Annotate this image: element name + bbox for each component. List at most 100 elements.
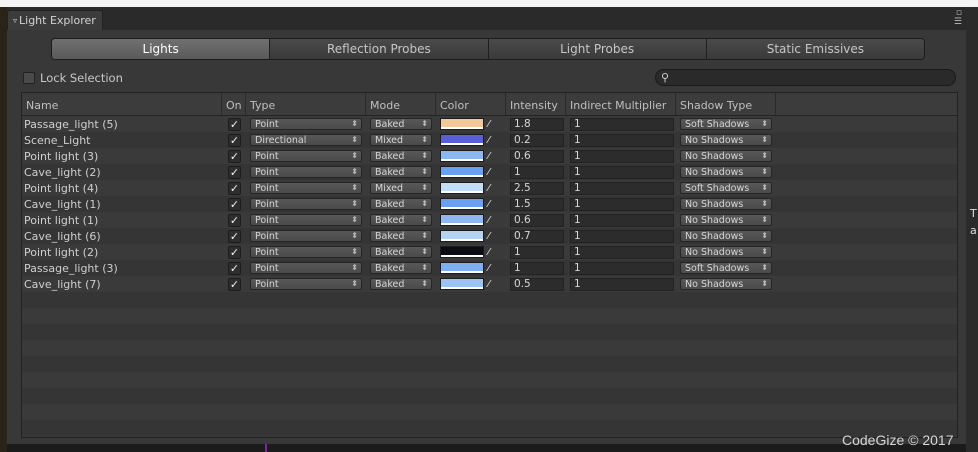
table-row[interactable]: Cave_light (7) ✓ Point ⬍ Baked ⬍ ⁄ 0.5 1 No Shado… — [22, 276, 957, 292]
color-swatch[interactable] — [440, 198, 484, 210]
enabled-checkbox[interactable]: ✓ — [228, 197, 241, 211]
column-header-shadow-type[interactable]: Shadow Type — [676, 93, 776, 115]
eyedropper-icon[interactable]: ⁄ — [488, 119, 490, 130]
table-row[interactable]: Passage_light (3) ✓ Point ⬍ Baked ⬍ ⁄ 1 1 Soft Sh… — [22, 260, 957, 276]
eyedropper-icon[interactable]: ⁄ — [488, 151, 490, 162]
eyedropper-icon[interactable]: ⁄ — [488, 215, 490, 226]
enabled-checkbox[interactable]: ✓ — [228, 181, 241, 195]
shadow-type-dropdown[interactable]: No Shadows ⬍ — [680, 246, 772, 258]
table-row[interactable]: Cave_light (6) ✓ Point ⬍ Baked ⬍ ⁄ 0.7 1 No Shado… — [22, 228, 957, 244]
intensity-field[interactable]: 0.5 — [510, 277, 564, 291]
indirect-multiplier-field[interactable]: 1 — [570, 197, 674, 211]
intensity-field[interactable]: 0.2 — [510, 133, 564, 147]
shadow-type-dropdown[interactable]: No Shadows ⬍ — [680, 214, 772, 226]
enabled-checkbox[interactable]: ✓ — [228, 229, 241, 243]
enabled-checkbox[interactable]: ✓ — [228, 277, 241, 291]
table-row[interactable]: Point light (2) ✓ Point ⬍ Baked ⬍ ⁄ 1 1 No Shadow… — [22, 244, 957, 260]
shadow-type-dropdown[interactable]: Soft Shadows ⬍ — [680, 182, 772, 194]
color-swatch[interactable] — [440, 134, 484, 146]
eyedropper-icon[interactable]: ⁄ — [488, 231, 490, 242]
color-swatch[interactable] — [440, 118, 484, 130]
mode-dropdown[interactable]: Mixed ⬍ — [370, 134, 432, 146]
search-field[interactable]: ⚲ — [655, 69, 956, 86]
mode-dropdown[interactable]: Baked ⬍ — [370, 214, 432, 226]
table-row[interactable]: Point light (3) ✓ Point ⬍ Baked ⬍ ⁄ 0.6 1 No Shad… — [22, 148, 957, 164]
indirect-multiplier-field[interactable]: 1 — [570, 181, 674, 195]
shadow-type-dropdown[interactable]: No Shadows ⬍ — [680, 230, 772, 242]
tab-lights[interactable]: Lights — [52, 39, 271, 59]
column-header-intensity[interactable]: Intensity — [506, 93, 566, 115]
shadow-type-dropdown[interactable]: No Shadows ⬍ — [680, 150, 772, 162]
eyedropper-icon[interactable]: ⁄ — [488, 263, 490, 274]
column-header-indirect-multiplier[interactable]: Indirect Multiplier — [566, 93, 676, 115]
type-dropdown[interactable]: Point ⬍ — [250, 118, 362, 130]
type-dropdown[interactable]: Point ⬍ — [250, 150, 362, 162]
intensity-field[interactable]: 1 — [510, 165, 564, 179]
menu-icon[interactable]: ☰ — [954, 18, 962, 27]
color-swatch[interactable] — [440, 214, 484, 226]
color-swatch[interactable] — [440, 150, 484, 162]
shadow-type-dropdown[interactable]: Soft Shadows ⬍ — [680, 118, 772, 130]
intensity-field[interactable]: 1.5 — [510, 197, 564, 211]
tab-reflection-probes[interactable]: Reflection Probes — [270, 39, 489, 59]
color-swatch[interactable] — [440, 262, 484, 274]
table-row[interactable]: Cave_light (2) ✓ Point ⬍ Baked ⬍ ⁄ 1 1 No Shadows… — [22, 164, 957, 180]
eyedropper-icon[interactable]: ⁄ — [488, 167, 490, 178]
type-dropdown[interactable]: Directional ⬍ — [250, 134, 362, 146]
intensity-field[interactable]: 1 — [510, 261, 564, 275]
mode-dropdown[interactable]: Baked ⬍ — [370, 230, 432, 242]
indirect-multiplier-field[interactable]: 1 — [570, 229, 674, 243]
enabled-checkbox[interactable]: ✓ — [228, 149, 241, 163]
column-header-name[interactable]: Name — [22, 93, 222, 115]
type-dropdown[interactable]: Point ⬍ — [250, 278, 362, 290]
mode-dropdown[interactable]: Baked ⬍ — [370, 278, 432, 290]
lock-selection[interactable]: Lock Selection — [23, 71, 123, 85]
shadow-type-dropdown[interactable]: No Shadows ⬍ — [680, 278, 772, 290]
type-dropdown[interactable]: Point ⬍ — [250, 214, 362, 226]
indirect-multiplier-field[interactable]: 1 — [570, 149, 674, 163]
column-header-mode[interactable]: Mode — [366, 93, 436, 115]
table-row[interactable]: Cave_light (1) ✓ Point ⬍ Baked ⬍ ⁄ 1.5 1 No Shado… — [22, 196, 957, 212]
column-header-type[interactable]: Type — [246, 93, 366, 115]
enabled-checkbox[interactable]: ✓ — [228, 165, 241, 179]
mode-dropdown[interactable]: Baked ⬍ — [370, 118, 432, 130]
eyedropper-icon[interactable]: ⁄ — [488, 279, 490, 290]
mode-dropdown[interactable]: Mixed ⬍ — [370, 182, 432, 194]
color-swatch[interactable] — [440, 278, 484, 290]
eyedropper-icon[interactable]: ⁄ — [488, 199, 490, 210]
eyedropper-icon[interactable]: ⁄ — [488, 183, 490, 194]
mode-dropdown[interactable]: Baked ⬍ — [370, 262, 432, 274]
enabled-checkbox[interactable]: ✓ — [228, 117, 241, 131]
intensity-field[interactable]: 1 — [510, 245, 564, 259]
shadow-type-dropdown[interactable]: No Shadows ⬍ — [680, 198, 772, 210]
enabled-checkbox[interactable]: ✓ — [228, 213, 241, 227]
color-swatch[interactable] — [440, 166, 484, 178]
tab-static-emissives[interactable]: Static Emissives — [706, 39, 924, 59]
indirect-multiplier-field[interactable]: 1 — [570, 261, 674, 275]
type-dropdown[interactable]: Point ⬍ — [250, 198, 362, 210]
indirect-multiplier-field[interactable]: 1 — [570, 117, 674, 131]
indirect-multiplier-field[interactable]: 1 — [570, 245, 674, 259]
type-dropdown[interactable]: Point ⬍ — [250, 182, 362, 194]
mode-dropdown[interactable]: Baked ⬍ — [370, 166, 432, 178]
intensity-field[interactable]: 0.6 — [510, 149, 564, 163]
intensity-field[interactable]: 2.5 — [510, 181, 564, 195]
lock-selection-checkbox[interactable] — [23, 72, 35, 84]
indirect-multiplier-field[interactable]: 1 — [570, 165, 674, 179]
shadow-type-dropdown[interactable]: No Shadows ⬍ — [680, 166, 772, 178]
type-dropdown[interactable]: Point ⬍ — [250, 262, 362, 274]
indirect-multiplier-field[interactable]: 1 — [570, 213, 674, 227]
column-header-color[interactable]: Color — [436, 93, 506, 115]
window-tab[interactable]: ▿ Light Explorer — [7, 10, 103, 30]
table-row[interactable]: Point light (1) ✓ Point ⬍ Baked ⬍ ⁄ 0.6 1 No Shad… — [22, 212, 957, 228]
eyedropper-icon[interactable]: ⁄ — [488, 247, 490, 258]
shadow-type-dropdown[interactable]: Soft Shadows ⬍ — [680, 262, 772, 274]
enabled-checkbox[interactable]: ✓ — [228, 261, 241, 275]
mode-dropdown[interactable]: Baked ⬍ — [370, 150, 432, 162]
mode-dropdown[interactable]: Baked ⬍ — [370, 246, 432, 258]
shadow-type-dropdown[interactable]: No Shadows ⬍ — [680, 134, 772, 146]
type-dropdown[interactable]: Point ⬍ — [250, 166, 362, 178]
intensity-field[interactable]: 1.8 — [510, 117, 564, 131]
type-dropdown[interactable]: Point ⬍ — [250, 230, 362, 242]
color-swatch[interactable] — [440, 246, 484, 258]
